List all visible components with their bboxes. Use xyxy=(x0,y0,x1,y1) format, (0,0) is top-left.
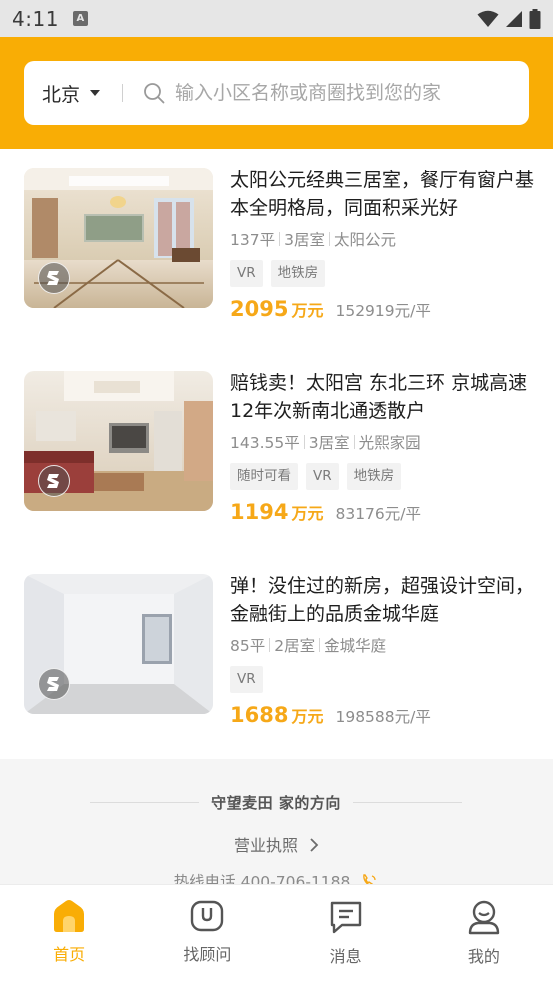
listing-title[interactable]: 太阳公元经典三居室，餐厅有窗户基本全明格局，同面积采光好 xyxy=(230,166,535,222)
listing-meta: 137平 3居室 太阳公元 xyxy=(230,228,535,250)
profile-icon xyxy=(468,900,500,935)
price-row: 2095 万元 152919元/平 xyxy=(230,297,535,321)
listing-tag: VR xyxy=(230,666,263,693)
price-row: 1688 万元 198588元/平 xyxy=(230,703,535,727)
listing-rooms: 3居室 xyxy=(308,434,350,452)
slogan-text: 守望麦田 家的方向 xyxy=(211,794,341,812)
listing-tag: 地铁房 xyxy=(270,260,326,287)
license-link[interactable]: 营业执照 xyxy=(0,832,553,856)
listing-area: 143.55平 xyxy=(230,434,300,452)
price-unit: 万元 xyxy=(291,707,324,726)
listing-tags: VR xyxy=(230,666,535,693)
listing-meta: 85平 2居室 金城华庭 xyxy=(230,634,535,656)
tab-label: 消息 xyxy=(329,947,362,966)
chevron-right-icon xyxy=(310,838,319,852)
battery-icon xyxy=(529,8,541,29)
tab-label: 首页 xyxy=(53,945,86,964)
listing-tags: VR 地铁房 xyxy=(230,260,535,287)
listing-info: 弹！没住过的新房，超强设计空间，金融街上的品质金城华庭 85平 2居室 金城华庭… xyxy=(230,572,535,727)
meta-divider xyxy=(328,232,330,246)
footer-info: 守望麦田 家的方向 营业执照 热线电话 400-706-1188 xyxy=(0,759,553,891)
tab-label: 我的 xyxy=(467,947,500,966)
app-screen: 4:11 A 北京 输入小区名称或商圈找到您的家 太阳公元经典三居室，餐厅有窗户… xyxy=(0,0,553,984)
license-label: 营业执照 xyxy=(233,836,298,855)
search-bar[interactable]: 北京 xyxy=(24,61,529,125)
search-input[interactable] xyxy=(175,82,476,104)
price-unit: 万元 xyxy=(291,504,324,523)
listing-card[interactable]: 赔钱卖！太阳宫 东北三环 京城高速 12年次新南北通透散户 143.55平 3居… xyxy=(0,352,553,552)
status-bar: 4:11 A xyxy=(0,0,553,37)
chevron-down-icon[interactable] xyxy=(90,90,101,96)
listing-tag: 地铁房 xyxy=(346,463,402,490)
listing-meta: 143.55平 3居室 光熙家园 xyxy=(230,431,535,453)
listing-title[interactable]: 弹！没住过的新房，超强设计空间，金融街上的品质金城华庭 xyxy=(230,572,535,628)
listing-area: 85平 xyxy=(230,637,266,655)
tab-home[interactable]: 首页 xyxy=(0,885,138,984)
home-icon xyxy=(54,900,85,932)
status-time: 4:11 xyxy=(12,6,59,31)
total-price: 2095 xyxy=(230,297,289,321)
meta-divider xyxy=(269,638,271,652)
city-selector[interactable]: 北京 xyxy=(42,80,80,107)
bottom-tab-bar: 首页 找顾问 消息 我的 xyxy=(0,884,553,984)
listing-rooms: 3居室 xyxy=(284,231,325,249)
tab-label: 找顾问 xyxy=(183,945,232,964)
listing-tag: VR xyxy=(306,463,339,490)
total-price: 1194 xyxy=(230,500,289,524)
meta-divider xyxy=(303,435,305,449)
search-icon xyxy=(144,83,165,104)
listing-title[interactable]: 赔钱卖！太阳宫 东北三环 京城高速 12年次新南北通透散户 xyxy=(230,369,535,425)
listing-photo[interactable] xyxy=(24,574,213,714)
slogan-divider-right xyxy=(352,802,463,803)
tab-consultant[interactable]: 找顾问 xyxy=(138,885,276,984)
listing-tags: 随时可看 VR 地铁房 xyxy=(230,463,535,490)
unit-price: 198588元/平 xyxy=(335,708,431,726)
wifi-icon xyxy=(477,10,499,27)
listing-photo[interactable] xyxy=(24,168,213,308)
unit-price: 152919元/平 xyxy=(335,302,431,320)
price-unit: 万元 xyxy=(291,301,324,320)
slogan-divider-left xyxy=(90,802,200,803)
message-icon xyxy=(330,901,361,934)
notification-icon: A xyxy=(72,11,88,26)
status-icons xyxy=(477,8,541,29)
listing-info: 赔钱卖！太阳宫 东北三环 京城高速 12年次新南北通透散户 143.55平 3居… xyxy=(230,369,535,524)
listing-photo[interactable] xyxy=(24,371,213,511)
meta-divider xyxy=(279,232,281,246)
listing-card[interactable]: 弹！没住过的新房，超强设计空间，金融街上的品质金城华庭 85平 2居室 金城华庭… xyxy=(0,555,553,755)
vr-badge-icon xyxy=(38,465,70,497)
listing-rooms: 2居室 xyxy=(274,637,316,655)
listing-community: 太阳公元 xyxy=(333,231,396,249)
unit-price: 83176元/平 xyxy=(335,505,421,523)
listing-community: 光熙家园 xyxy=(358,434,421,452)
listing-community: 金城华庭 xyxy=(324,637,387,655)
listing-tag: VR xyxy=(230,260,263,287)
listing-card[interactable]: 太阳公元经典三居室，餐厅有窗户基本全明格局，同面积采光好 137平 3居室 太阳… xyxy=(0,149,553,349)
price-row: 1194 万元 83176元/平 xyxy=(230,500,535,524)
slogan: 守望麦田 家的方向 xyxy=(90,792,463,813)
header: 北京 xyxy=(0,37,553,149)
listing-info: 太阳公元经典三居室，餐厅有窗户基本全明格局，同面积采光好 137平 3居室 太阳… xyxy=(230,166,535,321)
listing-area: 137平 xyxy=(230,231,276,249)
total-price: 1688 xyxy=(230,703,289,727)
meta-divider xyxy=(319,638,321,652)
tab-messages[interactable]: 消息 xyxy=(277,885,415,984)
vr-badge-icon xyxy=(38,668,70,700)
consultant-icon xyxy=(191,900,224,932)
meta-divider xyxy=(353,435,355,449)
listing-tag: 随时可看 xyxy=(230,463,298,490)
signal-icon xyxy=(506,10,522,27)
vr-badge-icon xyxy=(38,262,70,294)
search-divider xyxy=(122,84,124,102)
tab-profile[interactable]: 我的 xyxy=(415,885,553,984)
